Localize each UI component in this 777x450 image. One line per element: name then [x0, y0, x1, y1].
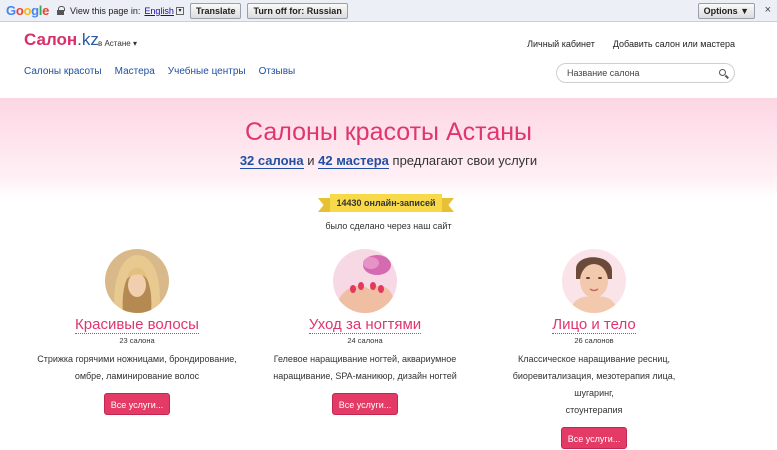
nav-item-training[interactable]: Учебные центры — [168, 66, 246, 77]
city-selector[interactable]: в Астане ▾ — [98, 39, 137, 48]
category-count: 26 салонов — [574, 336, 614, 345]
add-salon-link[interactable]: Добавить салон или мастера — [613, 39, 735, 49]
search-icon[interactable] — [719, 69, 726, 76]
category-title[interactable]: Красивые волосы — [75, 316, 199, 334]
category-nails: Уход за ногтями 24 салона Гелевое наращи… — [265, 249, 465, 415]
description-line: биоревитализация, мезотерапия лица, шуга… — [512, 371, 676, 398]
bookings-caption: было сделано через наш сайт — [325, 221, 452, 231]
conjunction-text: и — [307, 153, 315, 168]
logo-main: Салон — [24, 30, 78, 49]
hair-image[interactable] — [105, 249, 169, 313]
category-count: 23 салона — [119, 336, 155, 345]
close-icon[interactable]: × — [765, 4, 771, 16]
page-title: Салоны красоты Астаны — [245, 118, 532, 146]
description-line: стоунтерапия — [565, 405, 623, 415]
hero-subtitle: 32 салона и 42 мастера предлагают свои у… — [0, 153, 777, 169]
account-link[interactable]: Личный кабинет — [527, 39, 595, 49]
category-title[interactable]: Уход за ногтями — [308, 316, 422, 334]
description-line: наращивание, SPA-маникюр, дизайн ногтей — [273, 371, 457, 381]
category-description: Классическое наращивание ресниц, биореви… — [494, 351, 694, 419]
category-description: Стрижка горячими ножницами, брондировани… — [37, 351, 237, 385]
category-description: Гелевое наращивание ногтей, аквариумное … — [265, 351, 465, 385]
category-face-body: Лицо и тело 26 салонов Классическое нара… — [494, 249, 694, 449]
masters-count-link[interactable]: 42 мастера — [318, 153, 389, 169]
bookings-count: 14430 онлайн-записей — [330, 194, 442, 212]
nails-image[interactable] — [333, 249, 397, 313]
logo-domain: .kz — [77, 30, 99, 49]
chevron-down-icon: ▾ — [132, 39, 137, 48]
language-select[interactable]: English — [144, 6, 174, 16]
translate-button[interactable]: Translate — [189, 2, 242, 19]
translate-bar: Google View this page in: English ▾ Tran… — [0, 0, 777, 22]
search-placeholder: Название салона — [567, 68, 640, 78]
nav-item-salons[interactable]: Салоны красоты — [24, 66, 102, 77]
all-services-button[interactable]: Все услуги... — [103, 393, 171, 415]
salons-count-link[interactable]: 32 салона — [239, 153, 304, 169]
category-count: 24 салона — [347, 336, 383, 345]
face-image[interactable] — [562, 249, 626, 313]
translate-prompt: View this page in: — [70, 5, 141, 16]
site-logo[interactable]: Салон.kz — [24, 30, 99, 50]
category-hair: Красивые волосы 23 салона Стрижка горячи… — [37, 249, 237, 415]
nav-item-reviews[interactable]: Отзывы — [259, 66, 296, 77]
turn-off-button[interactable]: Turn off for: Russian — [247, 2, 348, 19]
all-services-button[interactable]: Все услуги... — [331, 393, 399, 415]
description-line: омбре, ламинирование волос — [74, 371, 200, 381]
description-line: Стрижка горячими ножницами, брондировани… — [37, 354, 237, 364]
chevron-down-icon[interactable]: ▾ — [175, 6, 184, 15]
lock-icon — [57, 6, 66, 15]
nav-item-masters[interactable]: Мастера — [115, 66, 155, 77]
description-line: Классическое наращивание ресниц, — [517, 354, 671, 364]
category-title[interactable]: Лицо и тело — [552, 316, 636, 334]
top-links: Личный кабинет Добавить салон или мастер… — [527, 39, 735, 49]
hero-section: Салоны красоты Астаны 32 салона и 42 мас… — [0, 98, 777, 198]
search-input[interactable]: Название салона — [556, 63, 735, 83]
hero-suffix: предлагают свои услуги — [392, 153, 538, 168]
bookings-ribbon: 14430 онлайн-записей — [318, 194, 454, 212]
main-nav: Салоны красоты Мастера Учебные центры От… — [24, 66, 295, 77]
all-services-button[interactable]: Все услуги... — [560, 427, 628, 449]
site-header: Салон.kz в Астане ▾ Личный кабинет Добав… — [0, 23, 777, 98]
options-button[interactable]: Options ▼ — [697, 3, 755, 19]
city-label: в Астане — [98, 39, 131, 48]
google-logo: Google — [6, 3, 50, 18]
description-line: Гелевое наращивание ногтей, аквариумное — [273, 354, 457, 364]
